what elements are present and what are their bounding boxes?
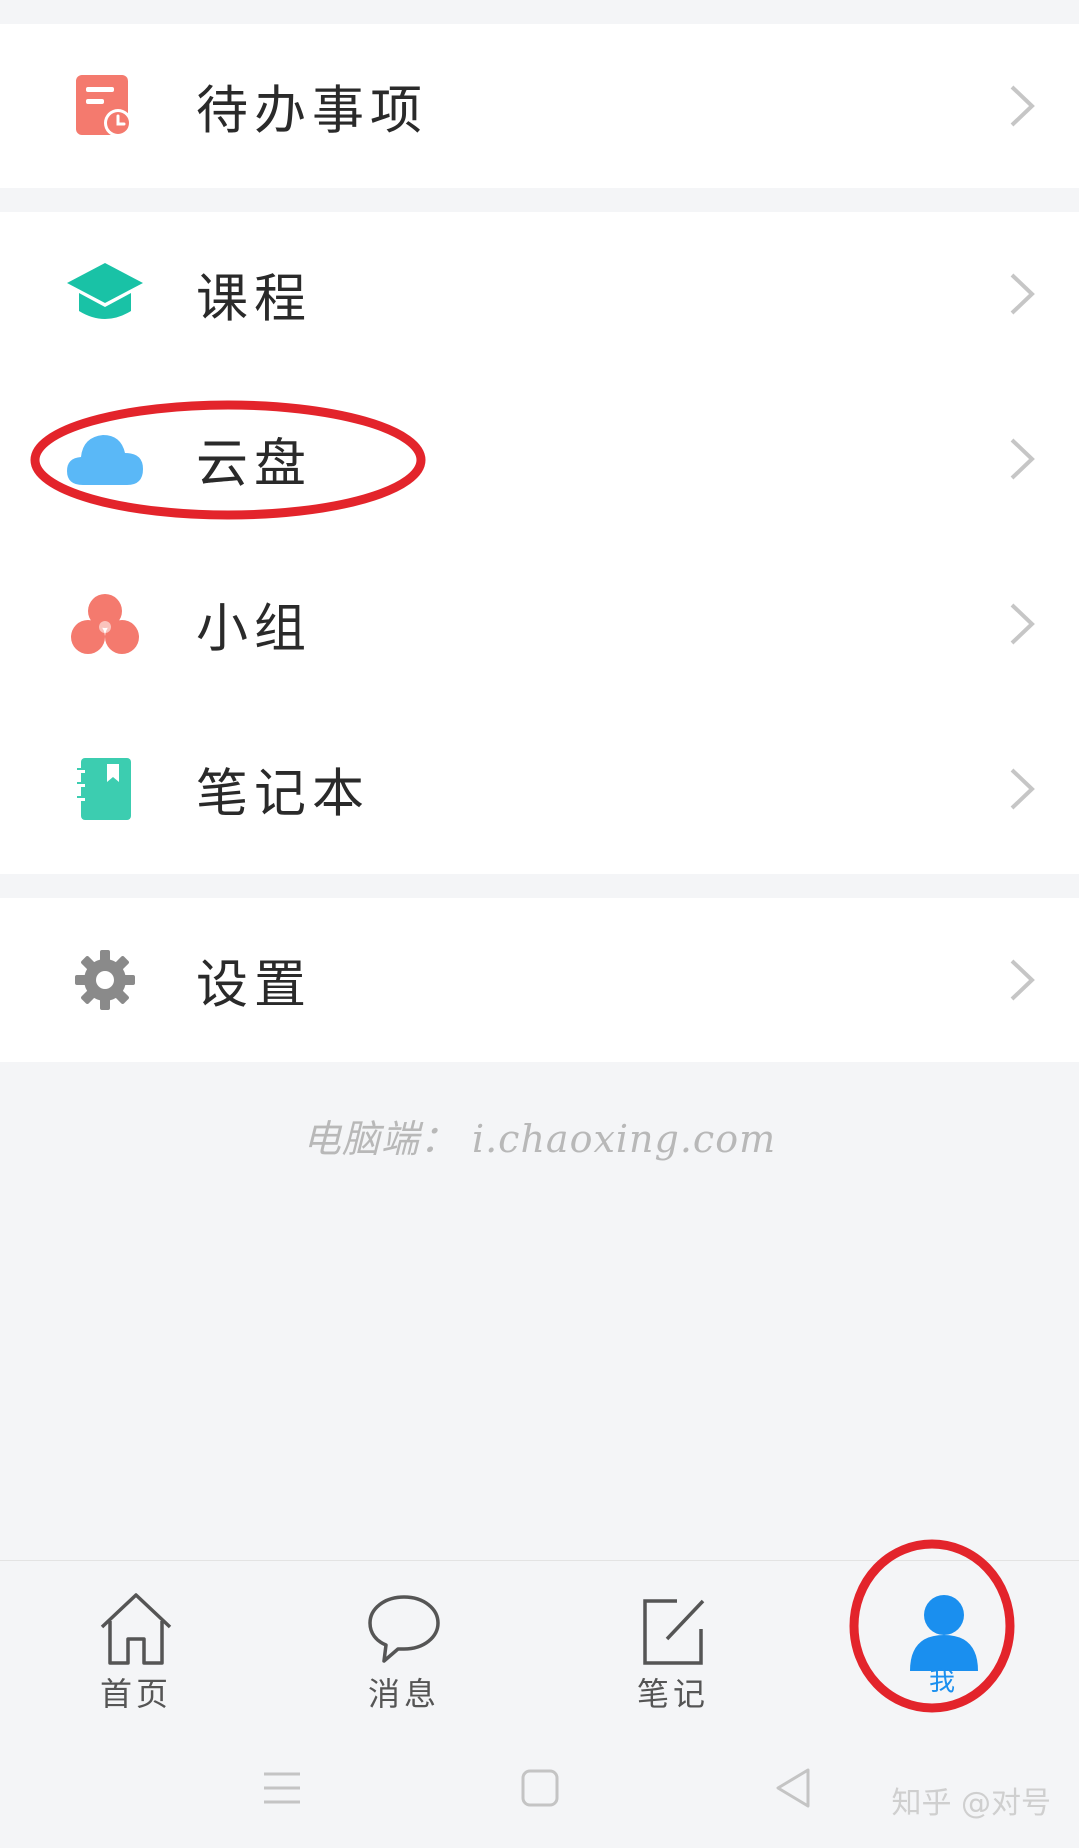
menu-label-cloud: 云盘: [196, 434, 313, 495]
menu-label-course: 课程: [196, 269, 313, 330]
pc-url-hint: 电脑端： i.chaoxing.com: [302, 1117, 777, 1161]
menu-item-notebook[interactable]: 笔记本: [0, 707, 1079, 871]
tab-messages[interactable]: 消息: [334, 1561, 474, 1737]
menu-label-todo: 待办事项: [196, 81, 429, 142]
section-settings: 设置: [0, 898, 1079, 1062]
section-main: 课程 云盘 小组 笔记本: [0, 212, 1079, 874]
menu-item-cloud[interactable]: 云盘: [0, 377, 1079, 541]
menu-label-settings: 设置: [196, 955, 313, 1016]
chevron-right-icon: [1010, 438, 1035, 480]
home-icon: [100, 1593, 172, 1665]
back-triangle-icon[interactable]: [774, 1766, 814, 1810]
tab-notes[interactable]: 笔记: [603, 1561, 743, 1737]
tab-label-messages: 消息: [367, 1675, 440, 1713]
menu-lines-icon[interactable]: [262, 1766, 302, 1810]
chat-bubble-icon: [368, 1595, 440, 1663]
bottom-tab-bar: 首页 消息 笔记 我: [0, 1560, 1079, 1736]
menu-item-course[interactable]: 课程: [0, 212, 1079, 376]
menu-label-notebook: 笔记本: [196, 764, 371, 825]
chevron-right-icon: [1010, 273, 1035, 315]
cloud-icon: [62, 416, 148, 502]
section-todo: 待办事项: [0, 24, 1079, 188]
tab-home[interactable]: 首页: [66, 1561, 206, 1737]
tab-label-me: 我: [928, 1667, 959, 1697]
menu-label-group: 小组: [196, 599, 313, 660]
edit-note-icon: [643, 1599, 705, 1665]
tab-label-home: 首页: [99, 1675, 172, 1713]
menu-item-todo[interactable]: 待办事项: [0, 24, 1079, 188]
notebook-icon: [62, 746, 148, 832]
watermark: 知乎 @对号: [891, 1786, 1051, 1821]
group-circles-icon: [62, 581, 148, 667]
tab-me[interactable]: 我: [874, 1561, 1014, 1737]
chevron-right-icon: [1010, 603, 1035, 645]
home-square-icon[interactable]: [520, 1766, 560, 1810]
chevron-right-icon: [1010, 959, 1035, 1001]
todo-clock-icon: [62, 63, 148, 149]
menu-item-group[interactable]: 小组: [0, 542, 1079, 706]
menu-item-settings[interactable]: 设置: [0, 898, 1079, 1062]
gear-icon: [62, 937, 148, 1023]
tab-label-notes: 笔记: [636, 1675, 709, 1713]
chevron-right-icon: [1010, 85, 1035, 127]
graduation-cap-icon: [62, 251, 148, 337]
chevron-right-icon: [1010, 768, 1035, 810]
